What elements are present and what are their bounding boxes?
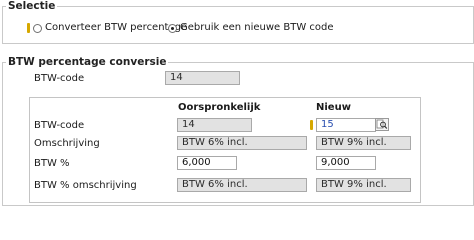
radio-converteer-label[interactable]: Converteer BTW percentage <box>45 22 187 34</box>
radio-nieuwe-code[interactable] <box>168 24 177 33</box>
row-btw-percentage-label: BTW % <box>34 158 70 169</box>
search-document-icon[interactable] <box>375 118 389 131</box>
radio-converteer[interactable] <box>33 24 42 33</box>
required-marker <box>310 120 313 130</box>
new-btw-code-input[interactable]: 15 <box>316 118 376 132</box>
radio-nieuwe-code-label[interactable]: Gebruik een nieuwe BTW code <box>180 22 334 34</box>
conversie-title: BTW percentage conversie <box>6 56 169 68</box>
row-omschrijving-label: Omschrijving <box>34 138 100 149</box>
new-omschrijving-field: BTW 9% incl. <box>316 136 411 150</box>
row-btw-percentage-omschrijving-label: BTW % omschrijving <box>34 180 137 191</box>
new-btw-percentage-omschrijving-field: BTW 9% incl. <box>316 178 411 192</box>
new-btw-percentage-field[interactable]: 9,000 <box>316 156 376 170</box>
required-marker <box>27 23 30 33</box>
btw-code-label: BTW-code <box>34 73 85 84</box>
original-btw-percentage-omschrijving-field: BTW 6% incl. <box>177 178 307 192</box>
original-btw-percentage-field[interactable]: 6,000 <box>177 156 237 170</box>
original-omschrijving-field: BTW 6% incl. <box>177 136 307 150</box>
column-original-header: Oorspronkelijk <box>178 102 261 113</box>
original-btw-code-field: 14 <box>177 118 252 132</box>
btw-code-field: 14 <box>165 71 240 85</box>
column-new-header: Nieuw <box>316 102 351 113</box>
selectie-title: Selectie <box>6 0 58 12</box>
row-btw-code-label: BTW-code <box>34 120 85 131</box>
radio-selected-dot <box>171 27 174 30</box>
